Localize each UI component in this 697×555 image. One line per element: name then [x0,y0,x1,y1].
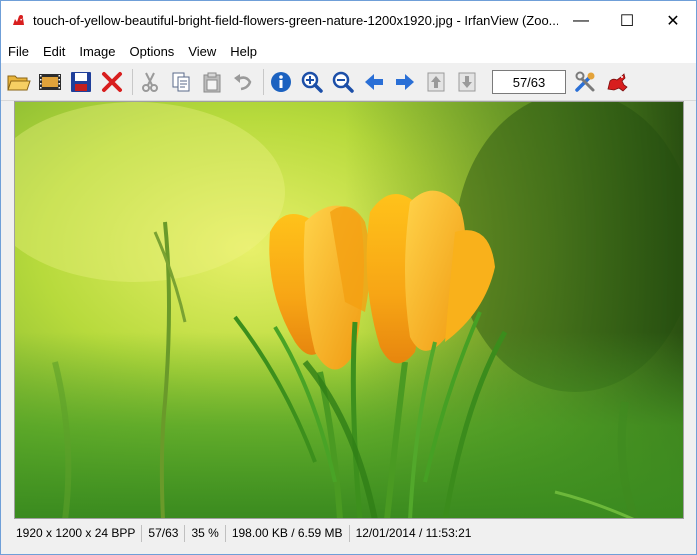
next-button[interactable] [391,67,419,97]
irfanview-logo-button[interactable] [603,67,631,97]
menu-image[interactable]: Image [72,40,122,63]
minimize-icon: — [573,11,589,29]
paste-icon [203,72,221,93]
paste-button[interactable] [198,67,226,97]
irfanview-logo-icon [607,73,628,92]
copy-icon [172,72,190,92]
first-page-icon [427,72,445,92]
toolbar-separator [132,69,133,95]
maximize-icon: ☐ [619,12,635,30]
save-icon [71,72,91,92]
last-page-button[interactable] [453,67,481,97]
maximize-button[interactable]: ☐ [604,1,650,40]
window-title: touch-of-yellow-beautiful-bright-field-f… [33,13,558,28]
copy-button[interactable] [167,67,195,97]
status-dimensions: 1920 x 1200 x 24 BPP [14,525,143,542]
close-button[interactable]: ✕ [650,1,696,40]
first-page-button[interactable] [422,67,450,97]
last-page-icon [458,72,476,92]
menu-edit[interactable]: Edit [36,40,72,63]
previous-icon [365,74,383,90]
photo-yellow-crocus-flowers [15,102,683,518]
irfanview-window: touch-of-yellow-beautiful-bright-field-f… [0,0,697,555]
status-file-size: 198.00 KB / 6.59 MB [230,525,350,542]
zoom-out-button[interactable] [329,67,357,97]
minimize-button[interactable]: — [558,1,604,40]
zoom-in-icon [301,71,323,93]
zoom-in-button[interactable] [298,67,326,97]
cut-button[interactable] [136,67,164,97]
menu-options[interactable]: Options [123,40,182,63]
properties-button[interactable] [572,67,600,97]
slideshow-icon [39,74,61,90]
menu-view[interactable]: View [181,40,223,63]
status-bar: 1920 x 1200 x 24 BPP 57/63 35 % 198.00 K… [14,523,684,544]
toolbar: 57/63 [1,64,696,101]
close-icon: ✕ [666,12,680,30]
next-icon [396,74,414,90]
info-icon [271,72,291,92]
toolbar-separator [263,69,264,95]
title-bar[interactable]: touch-of-yellow-beautiful-bright-field-f… [1,1,696,40]
menu-help[interactable]: Help [223,40,264,63]
cut-icon [142,72,158,92]
open-button[interactable] [5,67,33,97]
undo-icon [234,74,252,91]
zoom-out-icon [332,71,354,93]
status-zoom: 35 % [189,525,226,542]
status-index: 57/63 [146,525,186,542]
image-canvas[interactable] [14,101,684,519]
delete-button[interactable] [98,67,126,97]
slideshow-button[interactable] [36,67,64,97]
undo-button[interactable] [229,67,257,97]
irfanview-app-icon[interactable] [9,12,27,30]
info-button[interactable] [267,67,295,97]
delete-icon [102,72,122,92]
save-button[interactable] [67,67,95,97]
menu-bar: File Edit Image Options View Help [1,40,696,64]
open-folder-icon [7,75,31,91]
file-counter-field[interactable]: 57/63 [492,70,566,94]
properties-icon [575,71,595,92]
previous-button[interactable] [360,67,388,97]
status-datetime: 12/01/2014 / 11:53:21 [355,526,472,540]
menu-file[interactable]: File [1,40,36,63]
